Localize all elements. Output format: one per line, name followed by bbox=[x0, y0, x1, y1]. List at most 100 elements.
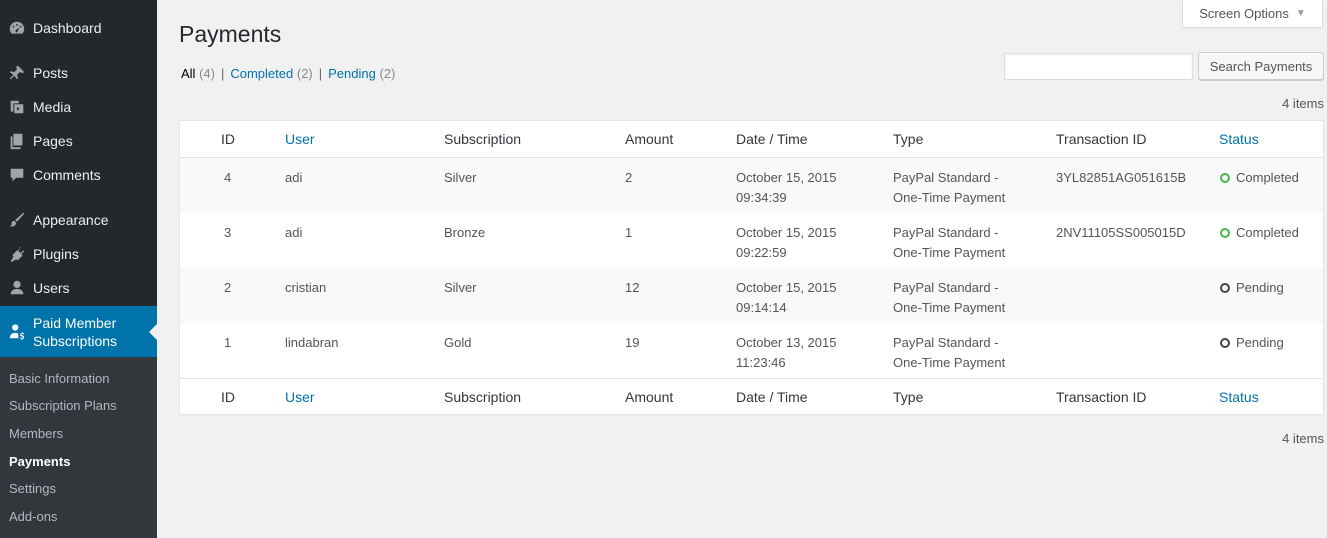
table-row: 4 adi Silver 2 October 15, 2015 09:34:39 … bbox=[180, 158, 1323, 213]
plugin-icon bbox=[0, 245, 33, 263]
sidebar-item-label: Plugins bbox=[33, 246, 79, 262]
cell-type-line2: One-Time Payment bbox=[893, 300, 1006, 315]
cell-type: PayPal Standard - One-Time Payment bbox=[893, 223, 1005, 263]
sidebar-item-posts[interactable]: Posts bbox=[0, 56, 157, 90]
cell-status: Completed bbox=[1220, 223, 1299, 243]
filter-pending-count: (2) bbox=[379, 66, 396, 81]
cell-type-line1: PayPal Standard - bbox=[893, 225, 999, 240]
column-footer-transaction-id: Transaction ID bbox=[1056, 389, 1147, 405]
column-footer-subscription: Subscription bbox=[444, 389, 522, 405]
comment-icon bbox=[0, 166, 33, 184]
sidebar-item-label: Media bbox=[33, 99, 72, 115]
column-footer-id: ID bbox=[221, 389, 235, 405]
cell-id: 1 bbox=[224, 335, 232, 350]
status-pending-icon bbox=[1220, 338, 1230, 348]
cell-time: 09:14:14 bbox=[736, 300, 787, 315]
items-count-top: 4 items bbox=[1282, 96, 1324, 111]
search-input[interactable] bbox=[1004, 53, 1193, 80]
cell-type-line2: One-Time Payment bbox=[893, 190, 1006, 205]
cell-date: October 15, 2015 bbox=[736, 280, 837, 295]
submenu-item-settings[interactable]: Settings bbox=[9, 481, 56, 496]
brush-icon bbox=[0, 211, 33, 229]
cell-subscription: Silver bbox=[444, 280, 477, 295]
user-icon bbox=[0, 279, 33, 297]
sidebar-item-paid-member-subscriptions[interactable]: Paid Member Subscriptions bbox=[0, 306, 157, 357]
cell-amount: 1 bbox=[625, 225, 633, 240]
cell-status: Pending bbox=[1220, 333, 1284, 353]
submenu-item-basic-information[interactable]: Basic Information bbox=[9, 371, 109, 386]
sidebar-item-comments[interactable]: Comments bbox=[0, 158, 157, 192]
filter-completed-label: Completed bbox=[230, 66, 294, 81]
status-pending-icon bbox=[1220, 283, 1230, 293]
filter-separator: | bbox=[220, 66, 225, 81]
cell-user: adi bbox=[285, 225, 303, 240]
submenu-item-subscription-plans[interactable]: Subscription Plans bbox=[9, 398, 117, 413]
cell-date-time: October 13, 2015 11:23:46 bbox=[736, 333, 836, 373]
sidebar-item-appearance[interactable]: Appearance bbox=[0, 203, 157, 237]
cell-date-time: October 15, 2015 09:22:59 bbox=[736, 223, 836, 263]
sidebar-item-dashboard[interactable]: Dashboard bbox=[0, 11, 157, 45]
submenu-item-payments[interactable]: Payments bbox=[9, 454, 70, 469]
admin-sidebar: Dashboard Posts Media Pages Comments App… bbox=[0, 0, 157, 538]
filter-all-link[interactable]: All (4) bbox=[181, 66, 215, 81]
column-header-user[interactable]: User bbox=[285, 131, 315, 147]
submenu-item-add-ons[interactable]: Add-ons bbox=[9, 509, 57, 524]
sidebar-item-plugins[interactable]: Plugins bbox=[0, 237, 157, 271]
sidebar-item-pages[interactable]: Pages bbox=[0, 124, 157, 158]
cell-type-line2: One-Time Payment bbox=[893, 355, 1006, 370]
cell-date-time: October 15, 2015 09:34:39 bbox=[736, 168, 836, 208]
filter-completed-link[interactable]: Completed (2) bbox=[230, 66, 312, 81]
column-footer-type: Type bbox=[893, 389, 924, 405]
column-footer-user[interactable]: User bbox=[285, 389, 315, 405]
column-header-type: Type bbox=[893, 131, 924, 147]
table-row: 3 adi Bronze 1 October 15, 2015 09:22:59 … bbox=[180, 213, 1323, 268]
cell-subscription: Gold bbox=[444, 335, 472, 350]
column-footer-amount: Amount bbox=[625, 389, 674, 405]
cell-date-time: October 15, 2015 09:14:14 bbox=[736, 278, 836, 318]
filter-pending-link[interactable]: Pending (2) bbox=[328, 66, 395, 81]
submenu: Basic Information Subscription Plans Mem… bbox=[0, 357, 157, 538]
cell-time: 11:23:46 bbox=[736, 355, 786, 370]
filter-separator: | bbox=[318, 66, 323, 81]
cell-transaction-id: 3YL82851AG051615B bbox=[1056, 170, 1187, 185]
screen-options-button[interactable]: Screen Options ▼ bbox=[1182, 0, 1323, 28]
items-count-bottom: 4 items bbox=[1282, 431, 1324, 446]
status-completed-icon bbox=[1220, 173, 1230, 183]
sidebar-item-users[interactable]: Users bbox=[0, 271, 157, 305]
sidebar-item-label: Pages bbox=[33, 133, 73, 149]
cell-time: 09:22:59 bbox=[736, 245, 787, 260]
column-footer-status[interactable]: Status bbox=[1219, 389, 1259, 405]
cell-type-line2: One-Time Payment bbox=[893, 245, 1006, 260]
status-label: Pending bbox=[1236, 280, 1284, 295]
cell-type: PayPal Standard - One-Time Payment bbox=[893, 278, 1005, 318]
cell-status: Completed bbox=[1220, 168, 1299, 188]
cell-status: Pending bbox=[1220, 278, 1284, 298]
caret-down-icon: ▼ bbox=[1295, 8, 1306, 19]
cell-amount: 12 bbox=[625, 280, 640, 295]
status-label: Pending bbox=[1236, 335, 1284, 350]
active-menu-arrow bbox=[149, 323, 157, 340]
table-row: 1 lindabran Gold 19 October 13, 2015 11:2… bbox=[180, 323, 1323, 378]
submenu-item-members[interactable]: Members bbox=[9, 426, 63, 441]
search-payments-button[interactable]: Search Payments bbox=[1198, 52, 1324, 80]
filter-completed-count: (2) bbox=[296, 66, 313, 81]
column-header-status[interactable]: Status bbox=[1219, 131, 1259, 147]
cell-type-line1: PayPal Standard - bbox=[893, 335, 999, 350]
cell-amount: 19 bbox=[625, 335, 640, 350]
cell-date: October 13, 2015 bbox=[736, 335, 837, 350]
column-header-date-time: Date / Time bbox=[736, 131, 808, 147]
sidebar-item-label: Appearance bbox=[33, 212, 109, 228]
media-icon bbox=[0, 98, 33, 116]
cell-time: 09:34:39 bbox=[736, 190, 787, 205]
cell-subscription: Silver bbox=[444, 170, 477, 185]
sidebar-item-label: Users bbox=[33, 280, 70, 296]
cell-id: 3 bbox=[224, 225, 232, 240]
sidebar-item-label: Paid Member Subscriptions bbox=[33, 314, 118, 349]
cell-amount: 2 bbox=[625, 170, 633, 185]
status-completed-icon bbox=[1220, 228, 1230, 238]
sidebar-item-label: Posts bbox=[33, 65, 69, 81]
sidebar-item-media[interactable]: Media bbox=[0, 90, 157, 124]
screen-options-label: Screen Options bbox=[1199, 6, 1289, 21]
column-header-id: ID bbox=[221, 131, 235, 147]
cell-user: cristian bbox=[285, 280, 327, 295]
